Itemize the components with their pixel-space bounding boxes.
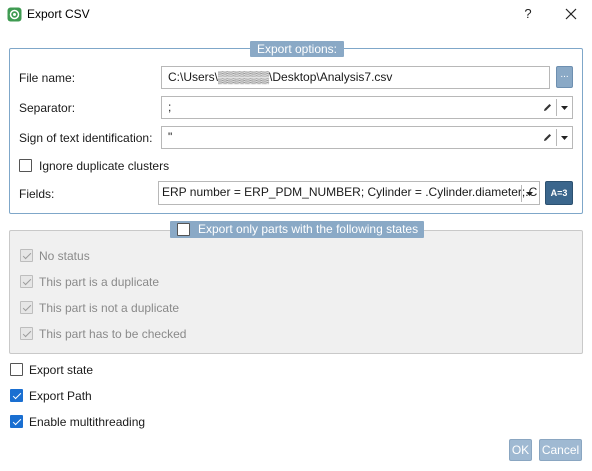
text-identification-combo[interactable]: " [161,126,573,149]
export-state-label: Export state [29,363,94,377]
ignore-duplicates-checkbox[interactable] [19,159,32,172]
state-label: This part has to be checked [39,327,187,341]
states-group-checkbox[interactable] [177,223,190,236]
chevron-down-icon[interactable] [560,105,569,111]
text-identification-label: Sign of text identification: [19,131,153,145]
state-label: No status [39,249,90,263]
export-options-title: Export options: [250,41,344,57]
export-path-checkbox[interactable] [10,389,23,402]
states-group-title: Export only parts with the following sta… [198,222,419,236]
gear-badge-icon [7,7,22,22]
state-checkbox-to-be-checked[interactable] [20,327,33,340]
pen-icon[interactable] [542,132,553,143]
state-label: This part is not a duplicate [39,301,180,315]
fields-combo[interactable]: ERP number = ERP_PDM_NUMBER; Cylinder = … [158,181,540,205]
combo-divider [556,99,557,116]
combo-divider [521,185,522,202]
state-checkbox-duplicate[interactable] [20,275,33,288]
export-state-checkbox[interactable] [10,363,23,376]
combo-divider [556,129,557,146]
file-name-field[interactable]: C:\Users\▒▒▒▒▒▒\Desktop\Analysis7.csv [161,66,550,89]
fields-label: Fields: [19,187,55,201]
close-icon[interactable] [562,5,580,23]
window-title: Export CSV [27,7,90,21]
field-formula-button[interactable]: A=3 [545,181,573,205]
state-label: This part is a duplicate [39,275,160,289]
state-checkbox-no-status[interactable] [20,249,33,262]
chevron-down-icon[interactable] [525,191,534,197]
help-button[interactable]: ? [519,5,537,23]
chevron-down-icon[interactable] [560,135,569,141]
separator-combo[interactable]: ; [161,96,573,119]
states-group-header: Export only parts with the following sta… [170,221,424,238]
export-path-label: Export Path [29,389,92,403]
pen-icon[interactable] [542,102,553,113]
ignore-duplicates-label: Ignore duplicate clusters [39,159,170,173]
title-bar: Export CSV ? [0,0,592,30]
separator-label: Separator: [19,101,76,115]
cancel-button[interactable]: Cancel [539,439,582,461]
file-name-label: File name: [19,71,76,85]
ok-button[interactable]: OK [509,439,532,461]
state-checkbox-not-duplicate[interactable] [20,301,33,314]
multithreading-label: Enable multithreading [29,415,146,429]
browse-button[interactable]: ... [556,66,573,88]
multithreading-checkbox[interactable] [10,415,23,428]
